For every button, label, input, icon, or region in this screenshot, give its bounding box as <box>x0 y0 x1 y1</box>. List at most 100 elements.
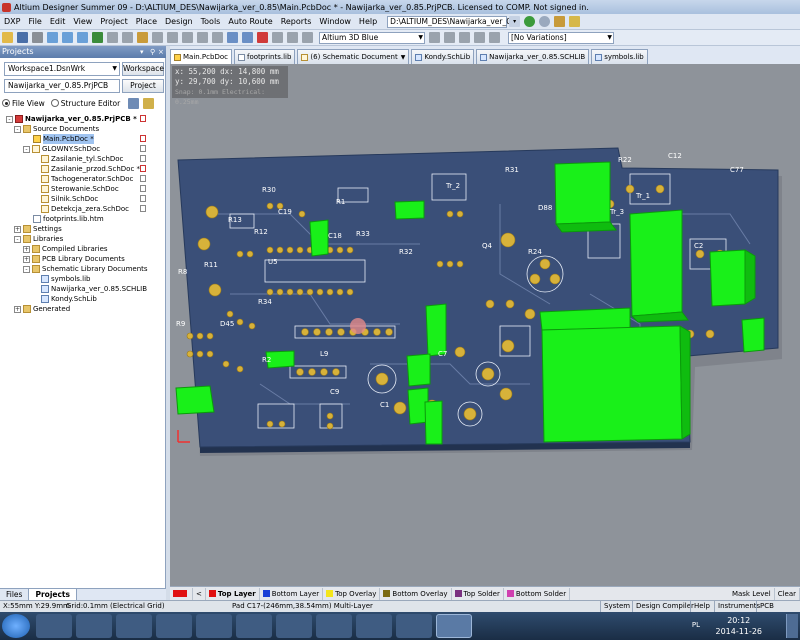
expand-icon[interactable]: + <box>14 225 21 233</box>
variant-icon[interactable] <box>459 32 470 43</box>
structure-editor-radio[interactable] <box>50 99 59 107</box>
favorites-icon[interactable] <box>569 16 581 27</box>
taskbar-altium-icon[interactable] <box>436 614 472 638</box>
menu-file[interactable]: File <box>24 15 45 29</box>
panel-menu-icon[interactable]: ▾ <box>140 46 144 58</box>
save-icon[interactable] <box>17 32 28 43</box>
tree-item-libraries[interactable]: - Libraries <box>14 234 63 244</box>
tree-item-silnik[interactable]: Silnik.SchDoc <box>41 194 98 204</box>
taskbar-app-icon[interactable] <box>236 614 272 638</box>
component-capacitor[interactable] <box>406 353 431 387</box>
layer-tab-top-layer[interactable]: Top Layer <box>206 587 260 600</box>
tree-item-zasilanie-przod[interactable]: Zasilanie_przod.SchDoc * <box>41 164 140 174</box>
tree-item-settings[interactable]: + Settings <box>14 224 62 234</box>
panel-close-icon[interactable]: × <box>158 46 164 58</box>
component-capacitor[interactable] <box>741 317 765 353</box>
layer-tab-top-solder[interactable]: Top Solder <box>452 587 504 600</box>
view-options-icon[interactable] <box>429 32 440 43</box>
rules-icon[interactable] <box>474 32 485 43</box>
design-compiler-panel-button[interactable]: Design Compiler <box>632 601 697 612</box>
tree-item-compiled-libraries[interactable]: + Compiled Libraries <box>23 244 108 254</box>
copy-icon[interactable] <box>122 32 133 43</box>
redo-icon[interactable] <box>242 32 253 43</box>
tree-item-zasilanie-tyl[interactable]: Zasilanie_tyl.SchDoc <box>41 154 123 164</box>
tree-item-kondy-schlib[interactable]: Kondy.SchLib <box>41 294 97 304</box>
taskbar-media-icon[interactable] <box>116 614 152 638</box>
tab-main-pcbdoc[interactable]: Main.PcbDoc <box>170 49 232 64</box>
forward-icon[interactable] <box>539 16 551 27</box>
tree-item-pcb-library-documents[interactable]: + PCB Library Documents <box>23 254 125 264</box>
tree-item-source-documents[interactable]: - Source Documents <box>14 124 99 134</box>
taskbar-app-icon[interactable] <box>156 614 192 638</box>
layer-tab-top-overlay[interactable]: Top Overlay <box>323 587 381 600</box>
cut-icon[interactable] <box>107 32 118 43</box>
menu-project[interactable]: Project <box>96 15 131 29</box>
workspace-button[interactable]: Workspace <box>122 62 164 76</box>
home-icon[interactable] <box>554 16 566 27</box>
project-button[interactable]: Project <box>122 79 164 93</box>
collapse-icon[interactable]: - <box>14 235 21 243</box>
current-layer-swatch[interactable] <box>170 587 193 600</box>
tree-item-symbols-lib[interactable]: symbols.lib <box>41 274 90 284</box>
tree-item-generated[interactable]: + Generated <box>14 304 70 314</box>
highlighted-pad-c17[interactable] <box>350 318 366 334</box>
menu-edit[interactable]: Edit <box>46 15 70 29</box>
taskbar-explorer-icon[interactable] <box>76 614 112 638</box>
collapse-icon[interactable]: - <box>23 265 30 273</box>
panel-pin-icon[interactable]: ⚲ <box>150 46 155 58</box>
component-large-transformer[interactable] <box>541 325 683 443</box>
layer-tab-bottom-layer[interactable]: Bottom Layer <box>260 587 324 600</box>
menu-view[interactable]: View <box>69 15 96 29</box>
taskbar-storage-icon[interactable] <box>196 614 232 638</box>
pcb-panel-button[interactable]: PCB <box>756 601 777 612</box>
component-capacitor-c2[interactable] <box>709 249 746 307</box>
component-capacitor-c18[interactable] <box>309 219 329 257</box>
document-options-icon[interactable] <box>143 97 155 109</box>
taskbar-skype-icon[interactable] <box>316 614 352 638</box>
tab-nawijarka-schlib[interactable]: Nawijarka_ver_0.85.SCHLIB <box>476 49 590 64</box>
system-clock[interactable]: 20:12 2014-11-26 <box>716 615 763 637</box>
collapse-icon[interactable]: - <box>23 145 30 153</box>
taskbar-word-icon[interactable] <box>396 614 432 638</box>
open-icon[interactable] <box>2 32 13 43</box>
view-configuration-select[interactable]: Altium 3D Blue ▼ <box>319 31 425 44</box>
back-icon[interactable] <box>524 16 536 27</box>
room-icon[interactable] <box>287 32 298 43</box>
layer-icon[interactable] <box>444 32 455 43</box>
board-icon[interactable] <box>489 32 500 43</box>
component-capacitor-c12[interactable] <box>394 200 425 220</box>
mask-level-button[interactable]: Mask Level <box>729 587 775 600</box>
variations-select[interactable]: [No Variations] ▼ <box>508 31 614 44</box>
taskbar-opera-icon[interactable] <box>276 614 312 638</box>
3d-view-icon[interactable] <box>92 32 103 43</box>
clear-filter-icon[interactable] <box>212 32 223 43</box>
tab-kondy-schlib[interactable]: Kondy.SchLib <box>411 49 475 64</box>
menu-place[interactable]: Place <box>132 15 161 29</box>
system-panel-button[interactable]: System <box>600 601 633 612</box>
menu-help[interactable]: Help <box>355 15 381 29</box>
grid-icon[interactable] <box>272 32 283 43</box>
tree-item-tachogenerator[interactable]: Tachogenerator.SchDoc <box>41 174 133 184</box>
tree-item-detekcja-zera[interactable]: Detekcja_zera.SchDoc <box>41 204 129 214</box>
menu-reports[interactable]: Reports <box>277 15 316 29</box>
component-connector[interactable] <box>175 385 215 415</box>
tree-item-footprints-htm[interactable]: footprints.lib.htm <box>33 214 104 224</box>
show-desktop-button[interactable] <box>786 614 798 638</box>
component-relay[interactable] <box>629 209 683 317</box>
menu-design[interactable]: Design <box>161 15 197 29</box>
move-icon[interactable] <box>182 32 193 43</box>
component-capacitor[interactable] <box>424 400 443 445</box>
print-icon[interactable] <box>32 32 43 43</box>
component-capacitor[interactable] <box>425 303 447 357</box>
undo-icon[interactable] <box>227 32 238 43</box>
paste-icon[interactable] <box>137 32 148 43</box>
taskbar-app-icon[interactable] <box>356 614 392 638</box>
layer-tab-bottom-overlay[interactable]: Bottom Overlay <box>380 587 452 600</box>
tree-item-sterowanie[interactable]: Sterowanie.SchDoc <box>41 184 119 194</box>
menu-auto-route[interactable]: Auto Route <box>224 15 276 29</box>
sheet-icon[interactable] <box>302 32 313 43</box>
chevron-down-icon[interactable]: ▼ <box>401 51 406 64</box>
collapse-icon[interactable]: - <box>6 115 13 123</box>
clear-button[interactable]: Clear <box>775 587 800 600</box>
deselect-icon[interactable] <box>197 32 208 43</box>
